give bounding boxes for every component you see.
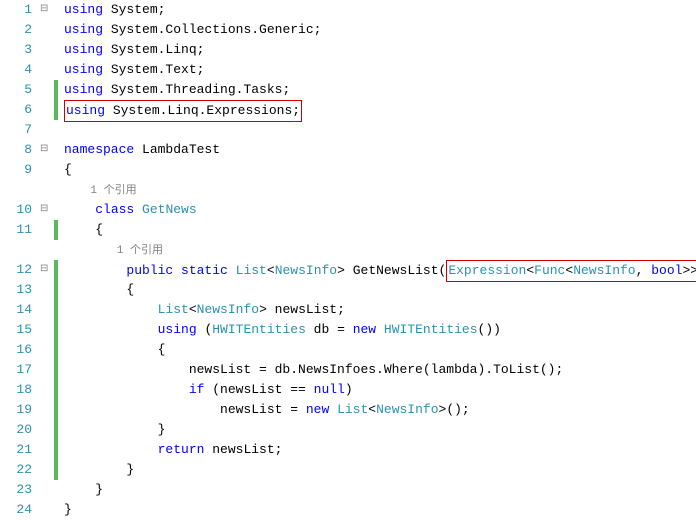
code-line[interactable]: newsList = db.NewsInfoes.Where(lambda).T… — [64, 360, 696, 380]
code-line[interactable]: 1 个引用 — [64, 180, 696, 200]
line-number: 16 — [0, 340, 32, 360]
fold-toggle — [40, 180, 54, 200]
fold-toggle — [40, 340, 54, 360]
line-number: 18 — [0, 380, 32, 400]
fold-toggle — [40, 440, 54, 460]
code-area[interactable]: using System;using System.Collections.Ge… — [58, 0, 696, 514]
code-line[interactable] — [64, 120, 696, 140]
code-line[interactable]: using System.Text; — [64, 60, 696, 80]
line-number: 12 — [0, 260, 32, 280]
fold-toggle — [40, 240, 54, 260]
fold-column[interactable]: ⊟ ⊟ ⊟ ⊟ — [40, 0, 54, 514]
line-number: 23 — [0, 480, 32, 500]
code-line[interactable]: using System.Linq; — [64, 40, 696, 60]
fold-toggle — [40, 220, 54, 240]
line-number — [0, 180, 32, 200]
fold-toggle[interactable]: ⊟ — [40, 0, 54, 20]
code-line[interactable]: class GetNews — [64, 200, 696, 220]
highlight-box: Expression<Func<NewsInfo, bool>> — [446, 260, 696, 282]
line-number — [0, 240, 32, 260]
line-number: 19 — [0, 400, 32, 420]
line-number: 20 — [0, 420, 32, 440]
code-line[interactable]: { — [64, 220, 696, 240]
line-number: 11 — [0, 220, 32, 240]
code-line[interactable]: newsList = new List<NewsInfo>(); — [64, 400, 696, 420]
code-line[interactable]: if (newsList == null) — [64, 380, 696, 400]
line-number: 17 — [0, 360, 32, 380]
code-line[interactable]: { — [64, 340, 696, 360]
fold-toggle — [40, 480, 54, 500]
fold-toggle — [40, 360, 54, 380]
fold-toggle — [40, 280, 54, 300]
line-number: 8 — [0, 140, 32, 160]
fold-toggle — [40, 500, 54, 520]
code-line[interactable]: using System.Threading.Tasks; — [64, 80, 696, 100]
line-number: 7 — [0, 120, 32, 140]
code-line[interactable]: using (HWITEntities db = new HWITEntitie… — [64, 320, 696, 340]
fold-toggle — [40, 100, 54, 120]
fold-toggle — [40, 80, 54, 100]
line-number: 2 — [0, 20, 32, 40]
line-number: 5 — [0, 80, 32, 100]
fold-toggle — [40, 60, 54, 80]
code-line[interactable]: } — [64, 480, 696, 500]
code-line[interactable]: List<NewsInfo> newsList; — [64, 300, 696, 320]
fold-toggle — [40, 420, 54, 440]
fold-toggle — [40, 300, 54, 320]
line-number: 21 — [0, 440, 32, 460]
line-number: 24 — [0, 500, 32, 520]
fold-toggle — [40, 20, 54, 40]
fold-toggle — [40, 400, 54, 420]
code-line[interactable]: namespace LambdaTest — [64, 140, 696, 160]
fold-toggle — [40, 380, 54, 400]
code-editor[interactable]: 123456789101112131415161718192021222324 … — [0, 0, 696, 514]
code-line[interactable]: using System.Collections.Generic; — [64, 20, 696, 40]
line-number: 9 — [0, 160, 32, 180]
line-number: 14 — [0, 300, 32, 320]
line-number: 1 — [0, 0, 32, 20]
code-line[interactable]: using System.Linq.Expressions; — [64, 100, 696, 120]
code-line[interactable]: { — [64, 160, 696, 180]
fold-toggle[interactable]: ⊟ — [40, 260, 54, 280]
code-line[interactable]: public static List<NewsInfo> GetNewsList… — [64, 260, 696, 280]
fold-toggle — [40, 120, 54, 140]
code-line[interactable]: 1 个引用 — [64, 240, 696, 260]
fold-toggle — [40, 40, 54, 60]
line-number-gutter: 123456789101112131415161718192021222324 — [0, 0, 40, 514]
line-number: 15 — [0, 320, 32, 340]
code-line[interactable]: { — [64, 280, 696, 300]
fold-toggle — [40, 160, 54, 180]
line-number: 3 — [0, 40, 32, 60]
line-number: 4 — [0, 60, 32, 80]
line-number: 6 — [0, 100, 32, 120]
fold-toggle[interactable]: ⊟ — [40, 140, 54, 160]
line-number: 10 — [0, 200, 32, 220]
line-number: 13 — [0, 280, 32, 300]
code-line[interactable]: } — [64, 500, 696, 520]
code-line[interactable]: } — [64, 460, 696, 480]
code-line[interactable]: return newsList; — [64, 440, 696, 460]
line-number: 22 — [0, 460, 32, 480]
fold-toggle — [40, 460, 54, 480]
code-line[interactable]: } — [64, 420, 696, 440]
code-line[interactable]: using System; — [64, 0, 696, 20]
fold-toggle — [40, 320, 54, 340]
fold-toggle[interactable]: ⊟ — [40, 200, 54, 220]
highlight-box: using System.Linq.Expressions; — [64, 100, 302, 122]
